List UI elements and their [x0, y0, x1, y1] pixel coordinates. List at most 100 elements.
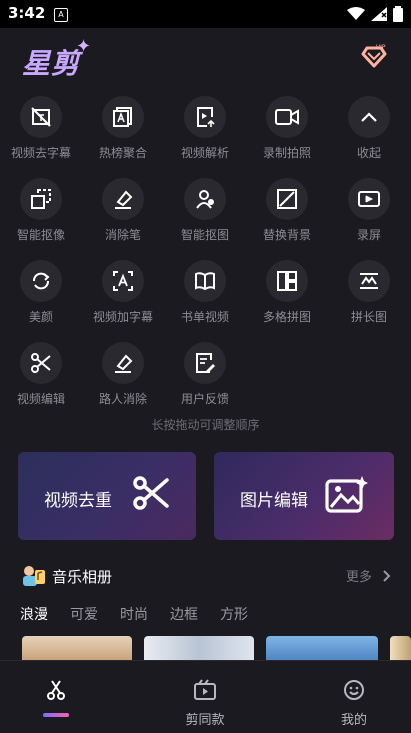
video-parse-icon — [184, 96, 226, 138]
template-video-icon — [194, 679, 216, 700]
thumbnail[interactable] — [22, 636, 132, 660]
tool-label: 拼长图 — [350, 310, 387, 324]
tool-label: 多格拼图 — [262, 310, 311, 324]
tool-label: 收起 — [356, 146, 381, 160]
music-tabs: 浪漫 可爱 时尚 边框 方形 — [20, 604, 270, 624]
thumbnail[interactable] — [144, 636, 254, 660]
scissors-icon — [133, 476, 169, 510]
tool-camera-record[interactable]: 录制拍照 — [246, 96, 328, 161]
hot-list-icon — [102, 96, 144, 138]
tool-smart-matting[interactable]: 智能抠图 — [164, 178, 246, 243]
smiley-icon — [344, 680, 364, 700]
music-album-title: 音乐相册 — [52, 567, 113, 586]
bottom-nav: 剪同款 我的 — [0, 660, 411, 733]
tool-label: 录制拍照 — [262, 146, 311, 160]
sparkle-icon: ✦ — [76, 36, 93, 57]
tool-label: 智能抠图 — [180, 228, 229, 242]
beauty-icon — [20, 260, 62, 302]
tool-row-1: 视频去字幕 热榜聚合 视频解析 录制拍照 收起 — [0, 96, 411, 178]
nav-profile[interactable]: 我的 — [294, 661, 411, 728]
eraser-icon — [102, 178, 144, 220]
tool-label: 用户反馈 — [180, 392, 229, 406]
wifi-icon — [347, 7, 365, 20]
tab-fashion[interactable]: 时尚 — [120, 604, 148, 624]
chevron-up-icon — [348, 96, 390, 138]
tool-label: 热榜聚合 — [98, 146, 147, 160]
active-indicator — [43, 713, 69, 717]
tool-label: 路人消除 — [98, 392, 147, 406]
tool-video-parse[interactable]: 视频解析 — [164, 96, 246, 161]
tool-label: 美颜 — [28, 310, 53, 324]
tool-label: 消除笔 — [104, 228, 141, 242]
tool-remove-subtitle[interactable]: 视频去字幕 — [0, 96, 82, 161]
tool-hot-list[interactable]: 热榜聚合 — [82, 96, 164, 161]
more-label: 更多 — [345, 570, 372, 585]
status-time: 3:42 — [8, 4, 46, 22]
tool-passerby-remove[interactable]: 路人消除 — [82, 342, 164, 407]
book-video-icon — [184, 260, 226, 302]
grid-collage-icon — [266, 260, 308, 302]
vip-label: VIP — [376, 44, 386, 51]
music-album-icon — [23, 566, 45, 586]
music-thumbnails — [0, 636, 411, 660]
status-icons — [347, 6, 403, 22]
scissors-icon — [47, 680, 65, 700]
tool-long-image[interactable]: 拼长图 — [328, 260, 410, 325]
tool-beauty[interactable]: 美颜 — [0, 260, 82, 325]
tool-eraser[interactable]: 消除笔 — [82, 178, 164, 243]
status-bar: 3:42 A — [0, 0, 411, 28]
logo-text: 星剪 — [22, 47, 81, 80]
tool-label: 书单视频 — [180, 310, 229, 324]
chevron-right-icon — [383, 569, 391, 582]
more-link[interactable]: 更多 — [346, 566, 391, 585]
tool-replace-background[interactable]: 替换背景 — [246, 178, 328, 243]
tool-label: 视频编辑 — [16, 392, 65, 406]
tool-label: 智能抠像 — [16, 228, 65, 242]
tool-book-video[interactable]: 书单视频 — [164, 260, 246, 325]
smart-cutout-icon — [20, 178, 62, 220]
feedback-icon — [184, 342, 226, 384]
camera-record-icon — [266, 96, 308, 138]
add-subtitle-icon — [102, 260, 144, 302]
vip-icon[interactable]: VIP — [359, 42, 389, 70]
tool-collapse[interactable]: 收起 — [328, 96, 410, 161]
smart-matting-icon — [184, 178, 226, 220]
tool-label: 视频加字幕 — [92, 310, 153, 324]
tab-border[interactable]: 边框 — [170, 604, 198, 624]
nav-templates[interactable]: 剪同款 — [145, 661, 265, 728]
thumbnail[interactable] — [390, 636, 411, 660]
replace-background-icon — [266, 178, 308, 220]
tool-label: 录屏 — [356, 228, 381, 242]
tool-row-4: 视频编辑 路人消除 用户反馈 — [0, 342, 411, 424]
image-edit-label: 图片编辑 — [240, 491, 308, 511]
app-logo: 星剪 ✦ — [22, 36, 91, 82]
tool-label: 替换背景 — [262, 228, 311, 242]
music-album-header: 音乐相册 — [20, 564, 112, 588]
screen-record-icon — [348, 178, 390, 220]
tool-feedback[interactable]: 用户反馈 — [164, 342, 246, 407]
passerby-remove-icon — [102, 342, 144, 384]
tab-cute[interactable]: 可爱 — [70, 604, 98, 624]
tool-label: 视频去字幕 — [10, 146, 71, 160]
thumbnail[interactable] — [266, 636, 378, 660]
tab-square[interactable]: 方形 — [220, 604, 248, 624]
image-edit-icon — [325, 476, 368, 513]
tool-label: 视频解析 — [180, 146, 229, 160]
tool-add-subtitle[interactable]: 视频加字幕 — [82, 260, 164, 325]
scissors-icon — [20, 342, 62, 384]
remove-subtitle-icon — [20, 96, 62, 138]
tool-video-edit[interactable]: 视频编辑 — [0, 342, 82, 407]
image-edit-card[interactable]: 图片编辑 — [214, 452, 394, 540]
tool-grid-collage[interactable]: 多格拼图 — [246, 260, 328, 325]
tab-romantic[interactable]: 浪漫 — [20, 604, 48, 624]
reorder-hint: 长按拖动可调整顺序 — [151, 418, 260, 432]
battery-icon — [393, 6, 403, 22]
nav-profile-label: 我的 — [340, 713, 367, 728]
tool-screen-record[interactable]: 录屏 — [328, 178, 410, 243]
tool-smart-cutout[interactable]: 智能抠像 — [0, 178, 82, 243]
nav-templates-label: 剪同款 — [185, 713, 225, 728]
tool-row-2: 智能抠像 消除笔 智能抠图 替换背景 录屏 — [0, 178, 411, 260]
video-dedup-card[interactable]: 视频去重 — [18, 452, 196, 540]
long-image-icon — [348, 260, 390, 302]
nav-edit[interactable] — [0, 661, 116, 717]
